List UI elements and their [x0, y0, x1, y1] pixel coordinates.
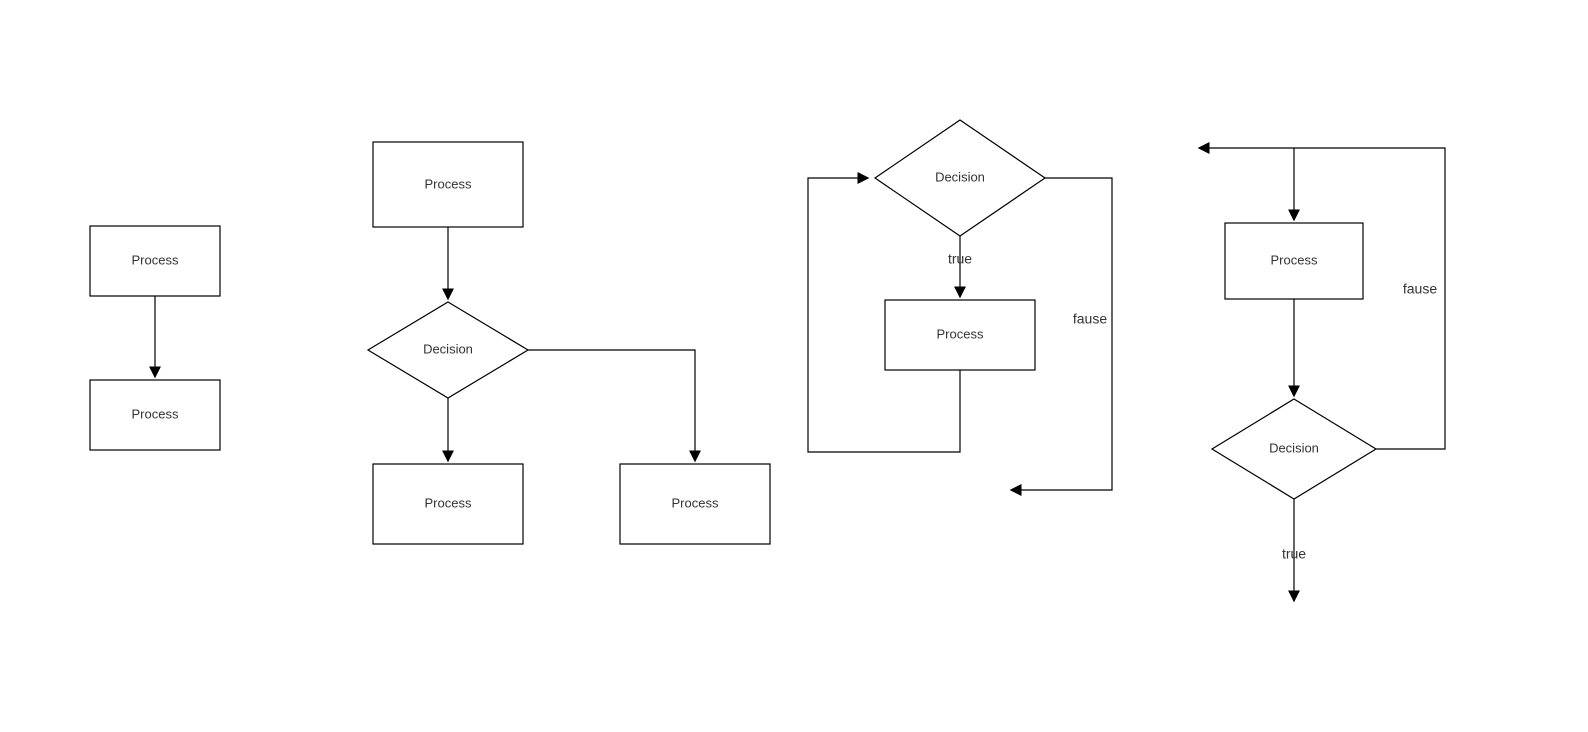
process-label: Process	[937, 326, 984, 341]
arrow-right-down	[528, 350, 695, 460]
edge-label-true: true	[948, 251, 972, 267]
decision-label: Decision	[1269, 440, 1319, 455]
decision-label: Decision	[423, 341, 473, 356]
edge-label-false: fause	[1403, 281, 1437, 297]
flowchart-canvas: Process Process Process Decision Process…	[0, 0, 1588, 732]
process-label: Process	[1271, 252, 1318, 267]
decision-label: Decision	[935, 169, 985, 184]
diagram-sequence: Process Process	[90, 226, 220, 450]
process-label: Process	[425, 495, 472, 510]
diagram-while-loop: Decision true Process fause	[808, 120, 1112, 490]
process-label: Process	[132, 252, 179, 267]
diagram-do-while-loop: Process Decision fause true	[1200, 148, 1445, 600]
process-label: Process	[132, 406, 179, 421]
process-label: Process	[425, 176, 472, 191]
edge-label-false: fause	[1073, 311, 1107, 327]
diagram-branch: Process Decision Process Process	[368, 142, 770, 544]
edge-label-true: true	[1282, 546, 1306, 562]
process-label: Process	[672, 495, 719, 510]
